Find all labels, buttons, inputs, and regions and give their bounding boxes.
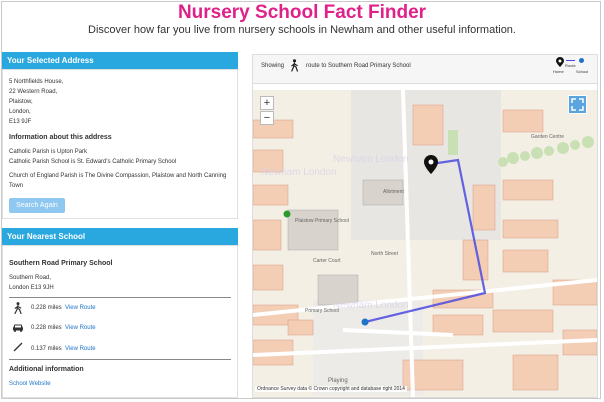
zoom-out-button[interactable]: − bbox=[260, 111, 274, 125]
address-line-1: 5 Northfields House, bbox=[9, 79, 64, 85]
legend-route-label: Route bbox=[565, 63, 576, 68]
selected-address-header: Your Selected Address bbox=[2, 52, 238, 69]
school-marker[interactable] bbox=[361, 318, 369, 326]
map-attribution: Ordnance Survey data © Crown copyright a… bbox=[255, 386, 407, 392]
primary-school-label: Primary School bbox=[305, 308, 339, 314]
map-tiles: Newham London Newham London Newham Londo… bbox=[253, 90, 597, 397]
walk-distance: 0.228 miles bbox=[31, 305, 62, 311]
route-legend-line bbox=[566, 60, 575, 61]
route-description: route to Southern Road Primary School bbox=[306, 63, 411, 69]
search-again-button[interactable]: Search Again bbox=[9, 198, 65, 213]
zoom-in-button[interactable]: + bbox=[260, 96, 274, 110]
fullscreen-icon bbox=[571, 98, 584, 111]
map-toolbar bbox=[253, 55, 597, 84]
straight-line-icon bbox=[13, 342, 23, 352]
school-name: Southern Road Primary School bbox=[9, 260, 113, 267]
info-line-1: Catholic Parish is Upton Park bbox=[9, 149, 88, 155]
walking-icon bbox=[14, 302, 22, 314]
playing-label: Playing bbox=[328, 378, 348, 384]
map-view[interactable]: Newham London Newham London Newham Londo… bbox=[253, 90, 597, 397]
drive-distance: 0.228 miles bbox=[31, 325, 62, 331]
north-street-label: North Street bbox=[371, 251, 399, 257]
page-title: Nursery School Fact Finder bbox=[177, 2, 427, 23]
legend-home-label: Home bbox=[553, 69, 564, 74]
walk-view-route-link[interactable]: View Route bbox=[65, 304, 96, 312]
info-line-2: Catholic Parish School is St. Edward's C… bbox=[9, 159, 177, 165]
school-line-1: Southern Road, bbox=[9, 275, 52, 281]
info-heading: Information about this address bbox=[9, 134, 112, 141]
page-subtitle: Discover how far you live from nursery s… bbox=[88, 24, 516, 36]
straight-view-route-link[interactable]: View Route bbox=[65, 345, 96, 353]
school-line-2: London E13 9JH bbox=[9, 285, 54, 291]
plaistow-primary-label: Plaistow Primary School bbox=[295, 218, 349, 224]
carter-court-label: Carter Court bbox=[313, 258, 341, 264]
address-line-2: 22 Western Road, bbox=[9, 89, 58, 95]
info-line-4: Town bbox=[9, 183, 24, 189]
straight-distance: 0.137 miles bbox=[31, 346, 62, 352]
watermark-3: Newham London bbox=[333, 300, 409, 311]
address-line-3: Plaistow, bbox=[9, 99, 33, 105]
divider-top bbox=[9, 297, 231, 298]
walking-mode-icon bbox=[291, 59, 298, 72]
additional-info-heading: Additional information bbox=[9, 366, 84, 373]
fullscreen-button[interactable] bbox=[568, 95, 587, 114]
drive-view-route-link[interactable]: View Route bbox=[65, 324, 96, 332]
divider-bottom bbox=[9, 359, 231, 360]
school-marker-green[interactable] bbox=[283, 210, 291, 218]
watermark-1: Newham London bbox=[261, 167, 337, 178]
school-website-link[interactable]: School Website bbox=[9, 380, 51, 388]
car-icon bbox=[13, 324, 23, 332]
legend-school-label: School bbox=[576, 69, 589, 74]
garden-centre-label: Garden Centre bbox=[531, 134, 564, 140]
showing-label: Showing bbox=[261, 63, 285, 69]
school-marker-legend-icon bbox=[579, 58, 584, 63]
watermark-2: Newham London bbox=[333, 154, 409, 165]
allotment-label: Allotment bbox=[383, 189, 404, 195]
info-line-3: Church of England Parish is The Divine C… bbox=[9, 173, 227, 179]
home-marker-legend-icon bbox=[556, 57, 564, 67]
address-line-4: London, bbox=[9, 109, 31, 115]
nearest-school-header: Your Nearest School bbox=[2, 228, 238, 245]
address-line-5: E13 9JF bbox=[9, 119, 32, 125]
